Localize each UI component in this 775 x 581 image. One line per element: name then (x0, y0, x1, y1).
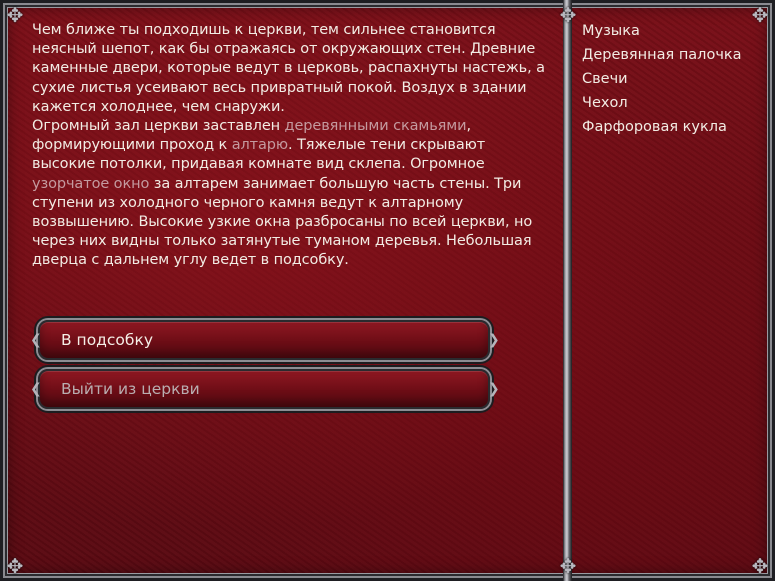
story-text: Чем ближе ты подходишь к церкви, тем сил… (32, 21, 547, 271)
choice-button-storeroom[interactable]: ❮ В подсобку ❯ (30, 320, 500, 360)
story-paragraph-1: Чем ближе ты подходишь к церкви, тем сил… (32, 22, 545, 115)
corner-ornament-icon: ✥ (751, 554, 769, 578)
button-ornament-icon: ❮ (30, 381, 42, 397)
inventory-list: Музыка Деревянная палочка Свечи Чехол Фа… (582, 22, 762, 142)
choice-label: В подсобку (61, 331, 153, 349)
story-text-segment: Огромный зал церкви заставлен (32, 118, 285, 135)
corner-ornament-icon: ✥ (6, 554, 24, 578)
divider-ornament-icon: ✥ (559, 3, 577, 27)
link-pews[interactable]: деревянными скамьями (285, 118, 467, 134)
inventory-item-candles[interactable]: Свечи (582, 70, 762, 89)
panel-divider (563, 0, 572, 581)
story-paragraph-2: Огромный зал церкви заставлен деревянным… (32, 117, 547, 271)
inventory-item-wooden-stick[interactable]: Деревянная палочка (582, 46, 762, 65)
button-ornament-icon: ❯ (488, 381, 500, 397)
choice-button-exit-church[interactable]: ❮ Выйти из церкви ❯ (30, 369, 500, 409)
link-window[interactable]: узорчатое окно (32, 176, 149, 192)
divider-ornament-icon: ✥ (559, 554, 577, 578)
corner-ornament-icon: ✥ (6, 3, 24, 27)
inventory-item-porcelain-doll[interactable]: Фарфоровая кукла (582, 118, 762, 137)
button-ornament-icon: ❯ (488, 332, 500, 348)
inventory-item-case[interactable]: Чехол (582, 94, 762, 113)
inventory-item-music[interactable]: Музыка (582, 22, 762, 41)
choice-label: Выйти из церкви (61, 380, 200, 398)
button-ornament-icon: ❮ (30, 332, 42, 348)
link-altar[interactable]: алтарю (232, 137, 288, 153)
